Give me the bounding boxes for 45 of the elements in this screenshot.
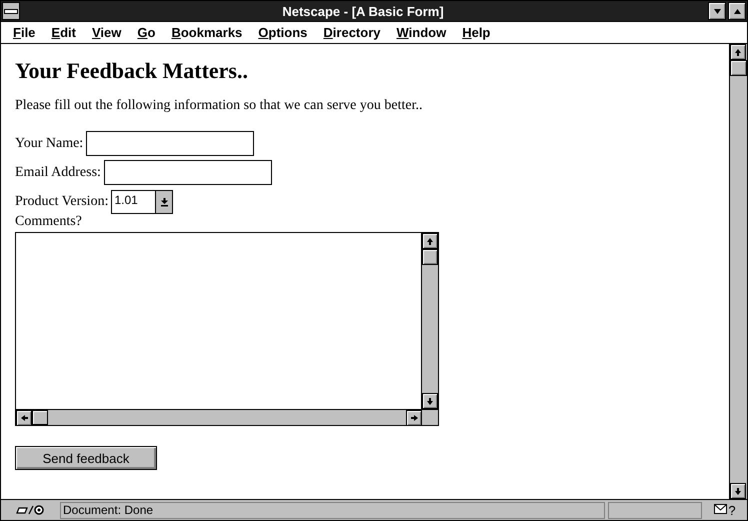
minimize-button[interactable] [708, 2, 726, 20]
menu-item[interactable]: Window [388, 25, 454, 40]
field-label: Your Name: [15, 136, 84, 152]
mail-icon[interactable] [714, 503, 728, 517]
field-label: Email Address: [15, 164, 101, 180]
system-menu-button[interactable] [2, 2, 20, 20]
up-arrow-icon [426, 236, 434, 246]
dropdown-arrow-icon [160, 196, 169, 206]
scroll-right-button[interactable] [406, 410, 422, 426]
intro-text: Please fill out the following information so that we can serve you better.. [15, 98, 424, 114]
text-field[interactable] [86, 131, 254, 156]
scroll-thumb[interactable] [422, 249, 438, 265]
comments-field[interactable] [15, 232, 439, 426]
menu-item[interactable]: Help [454, 25, 498, 40]
menu-item[interactable]: File [5, 25, 44, 40]
scroll-thumb[interactable] [730, 60, 747, 76]
text-field[interactable] [104, 160, 272, 185]
scroll-up-button[interactable] [422, 233, 438, 249]
field-label: Comments? [15, 214, 83, 230]
menu-item[interactable]: Bookmarks [163, 25, 250, 40]
window-title: Netscape - [A Basic Form] [281, 4, 445, 18]
send-feedback-button[interactable]: Send feedback [15, 446, 157, 470]
menu-item[interactable]: Go [129, 25, 164, 40]
left-arrow-icon [20, 414, 28, 422]
help-mark[interactable]: ? [728, 502, 736, 518]
menu-item[interactable]: View [84, 25, 130, 40]
maximize-button[interactable] [728, 2, 746, 20]
up-triangle-icon [732, 6, 742, 16]
scroll-down-button[interactable] [422, 393, 438, 409]
scroll-thumb[interactable] [32, 410, 48, 425]
right-arrow-icon [410, 414, 418, 422]
down-arrow-icon [734, 486, 742, 496]
menu-item[interactable]: Edit [43, 25, 84, 40]
field-label: Product Version: [15, 194, 108, 210]
menu-item[interactable]: Options [250, 25, 316, 40]
version-dropdown[interactable]: 1.01 [111, 190, 174, 214]
up-arrow-icon [734, 48, 742, 56]
down-arrow-icon [426, 396, 434, 406]
status-text: Document: Done [60, 502, 605, 518]
menu-item[interactable]: Directory [315, 25, 388, 40]
down-triangle-icon [712, 6, 722, 16]
scroll-down-button[interactable] [730, 483, 746, 499]
scroll-left-button[interactable] [16, 410, 32, 426]
page-heading: Your Feedback Matters.. [15, 58, 249, 84]
scroll-up-button[interactable] [730, 44, 746, 60]
